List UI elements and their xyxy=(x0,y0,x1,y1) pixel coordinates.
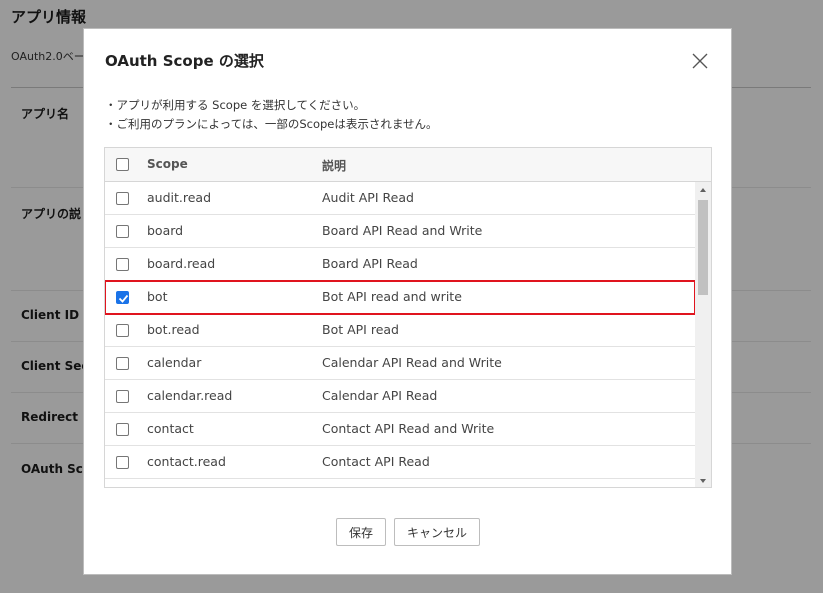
scroll-down-button[interactable] xyxy=(695,473,711,487)
row-checkbox[interactable] xyxy=(116,390,129,403)
scroll-up-button[interactable] xyxy=(695,182,711,196)
table-row[interactable]: bot.read Bot API read xyxy=(105,314,695,347)
table-row[interactable]: contact Contact API Read and Write xyxy=(105,413,695,446)
scope-name: board.read xyxy=(147,256,216,271)
scope-description: Bot API read xyxy=(322,322,399,337)
client-secret-label: Client Sec xyxy=(21,359,89,373)
table-row[interactable]: calendar.read Calendar API Read xyxy=(105,380,695,413)
app-name-label: アプリ名 xyxy=(21,107,70,121)
scope-name: bot.read xyxy=(147,322,200,337)
checkmark-icon xyxy=(118,294,129,303)
table-row[interactable]: board Board API Read and Write xyxy=(105,215,695,248)
scope-name: audit.read xyxy=(147,190,212,205)
close-icon xyxy=(692,53,708,69)
oauth-scope-dialog: OAuth Scope の選択 ・アプリが利用する Scope を選択してくださ… xyxy=(83,28,732,575)
instruction-line: ・アプリが利用する Scope を選択してください。 xyxy=(105,98,366,112)
scope-description: Board API Read xyxy=(322,256,418,271)
row-checkbox[interactable] xyxy=(116,258,129,271)
triangle-down-icon xyxy=(700,479,706,483)
scope-name: board xyxy=(147,223,184,238)
table-row[interactable]: calendar Calendar API Read and Write xyxy=(105,347,695,380)
client-id-label: Client ID xyxy=(21,308,80,322)
description-column-header: 説明 xyxy=(322,159,347,173)
row-checkbox[interactable] xyxy=(116,324,129,337)
row-checkbox-checked[interactable] xyxy=(116,291,129,304)
scope-description: Calendar API Read xyxy=(322,388,438,403)
scope-name: calendar.read xyxy=(147,388,233,403)
page-title: アプリ情報 xyxy=(11,8,87,26)
triangle-up-icon xyxy=(700,188,706,192)
cancel-button[interactable]: キャンセル xyxy=(394,518,480,546)
table-body: audit.read Audit API Read board Board AP… xyxy=(105,182,695,487)
table-row[interactable]: audit.read Audit API Read xyxy=(105,182,695,215)
scope-table: Scope 説明 audit.read Audit API Read board… xyxy=(104,147,712,488)
scope-name: bot xyxy=(147,289,168,304)
scope-description: Calendar API Read and Write xyxy=(322,355,502,370)
scroll-thumb[interactable] xyxy=(698,200,708,295)
scope-description: Board API Read and Write xyxy=(322,223,483,238)
scope-description: Contact API Read and Write xyxy=(322,421,495,436)
row-checkbox[interactable] xyxy=(116,456,129,469)
save-button[interactable]: 保存 xyxy=(336,518,386,546)
table-scrollbar[interactable] xyxy=(695,182,711,487)
table-row[interactable]: board.read Board API Read xyxy=(105,248,695,281)
scope-description: Contact API Read xyxy=(322,454,430,469)
scope-name: calendar xyxy=(147,355,202,370)
instruction-line: ・ご利用のプランによっては、一部のScopeは表示されません。 xyxy=(105,117,438,131)
scope-description: Bot API read and write xyxy=(322,289,462,304)
row-checkbox[interactable] xyxy=(116,357,129,370)
scope-name: contact xyxy=(147,421,194,436)
row-checkbox[interactable] xyxy=(116,423,129,436)
row-checkbox[interactable] xyxy=(116,192,129,205)
select-all-checkbox[interactable] xyxy=(116,158,129,171)
scope-column-header: Scope xyxy=(147,157,188,171)
dialog-title: OAuth Scope の選択 xyxy=(105,52,264,70)
oauth-scope-label: OAuth Sco xyxy=(21,462,92,476)
redirect-url-label: Redirect U xyxy=(21,410,92,424)
scope-description: Audit API Read xyxy=(322,190,414,205)
app-description-label: アプリの説 xyxy=(21,207,82,221)
row-checkbox[interactable] xyxy=(116,225,129,238)
table-row-selected[interactable]: bot Bot API read and write xyxy=(105,280,695,315)
instructions: ・アプリが利用する Scope を選択してください。 ・ご利用のプランによっては… xyxy=(105,96,438,134)
close-button[interactable] xyxy=(690,51,710,71)
page-subtitle: OAuth2.0ベー xyxy=(11,50,85,63)
table-header: Scope 説明 xyxy=(105,148,711,182)
table-row[interactable]: contact.read Contact API Read xyxy=(105,446,695,479)
scope-name: contact.read xyxy=(147,454,226,469)
